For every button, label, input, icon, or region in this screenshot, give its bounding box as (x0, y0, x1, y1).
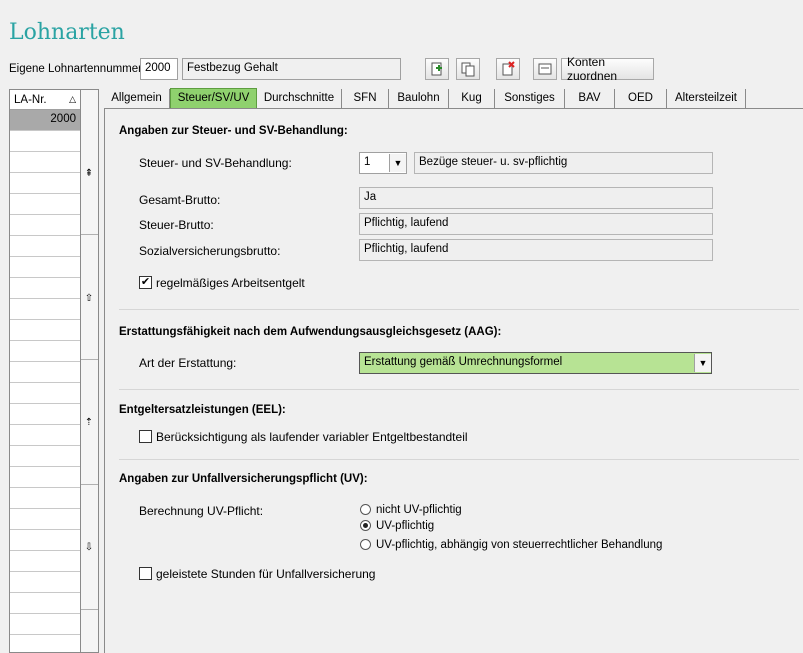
list-item[interactable] (10, 215, 80, 236)
sort-ascending-icon: △ (69, 94, 76, 104)
tab-bar: Allgemein Steuer/SV/UV Durchschnitte SFN… (104, 88, 803, 109)
list-item[interactable] (10, 593, 80, 614)
section-heading-eel: Entgeltersatzleistungen (EEL): (119, 404, 286, 416)
header-bar: Eigene Lohnartennummer: 2000 Festbezug G… (0, 55, 803, 83)
new-document-icon (431, 62, 442, 76)
list-column-label: LA-Nr. (14, 93, 47, 106)
list-header[interactable]: LA-Nr. △ (10, 90, 80, 110)
previous-record-icon[interactable]: ⇡ (83, 417, 95, 428)
treatment-code-select[interactable]: 1 ▼ (359, 152, 407, 174)
tab-panel-steuer-sv-uv: Angaben zur Steuer- und SV-Behandlung: S… (104, 108, 803, 653)
list-item[interactable] (10, 509, 80, 530)
list-item[interactable] (10, 551, 80, 572)
variable-component-label: Berücksichtigung als laufender variabler… (156, 430, 468, 444)
list-item[interactable] (10, 530, 80, 551)
uv-hours-label: geleistete Stunden für Unfallversicherun… (156, 567, 376, 581)
tab-altersteilzeit[interactable]: Altersteilzeit (667, 89, 746, 109)
own-number-label: Eigene Lohnartennummer: (9, 63, 146, 75)
accounts-icon-button[interactable] (533, 58, 557, 80)
page-title: Lohnarten (9, 20, 125, 45)
variable-component-checkbox[interactable] (139, 430, 152, 443)
first-record-icon[interactable]: ⇞ (83, 168, 95, 179)
list-navigation-bar: ⇞ ⇧ ⇡ ⇩ (81, 89, 99, 653)
list-item[interactable] (10, 467, 80, 488)
tab-oed[interactable]: OED (615, 89, 667, 109)
gross-total-field: Ja (359, 187, 713, 209)
tab-bav[interactable]: BAV (565, 89, 615, 109)
list-item[interactable] (10, 299, 80, 320)
radio-not-uv-liable[interactable] (360, 504, 371, 515)
tab-sfn[interactable]: SFN (342, 89, 389, 109)
list-item[interactable] (10, 383, 80, 404)
copy-record-button[interactable] (456, 58, 480, 80)
tab-sonstiges[interactable]: Sonstiges (495, 89, 565, 109)
treatment-text-field: Bezüge steuer- u. sv-pflichtig (414, 152, 713, 174)
treatment-code-value: 1 (364, 156, 371, 168)
reimbursement-type-label: Art der Erstattung: (139, 356, 237, 370)
social-gross-label: Sozialversicherungsbrutto: (139, 244, 281, 258)
uv-calc-label: Berechnung UV-Pflicht: (139, 504, 264, 518)
list-item[interactable] (10, 320, 80, 341)
regular-pay-checkbox[interactable]: ✔ (139, 276, 152, 289)
divider (119, 389, 799, 390)
list-item[interactable] (10, 257, 80, 278)
list-item[interactable] (10, 173, 80, 194)
section-heading-aag: Erstattungsfähigkeit nach dem Aufwendung… (119, 326, 502, 338)
gross-total-label: Gesamt-Brutto: (139, 193, 221, 207)
section-heading-uv: Angaben zur Unfallversicherungspflicht (… (119, 473, 368, 485)
tab-durchschnitte[interactable]: Durchschnitte (257, 89, 342, 109)
page-up-icon[interactable]: ⇧ (83, 293, 95, 304)
social-gross-field: Pflichtig, laufend (359, 239, 713, 261)
dropdown-arrow-icon: ▼ (694, 354, 711, 372)
assign-accounts-button[interactable]: Konten zuordnen (561, 55, 654, 83)
tab-steuer-sv-uv[interactable]: Steuer/SV/UV (170, 88, 257, 109)
uv-hours-checkbox[interactable] (139, 567, 152, 580)
reimbursement-type-select[interactable]: Erstattung gemäß Umrechnungsformel ▼ (359, 352, 712, 374)
list-item[interactable] (10, 488, 80, 509)
radio-uv-liable[interactable] (360, 520, 371, 531)
wage-type-list: LA-Nr. △ 2000 (9, 89, 81, 653)
radio-label: UV-pflichtig, abhängig von steuerrechtli… (376, 539, 663, 551)
list-item[interactable]: 2000 (10, 110, 80, 131)
list-item[interactable] (10, 341, 80, 362)
new-record-button[interactable] (425, 58, 449, 80)
list-item[interactable] (10, 131, 80, 152)
list-item[interactable] (10, 152, 80, 173)
next-record-icon[interactable]: ⇩ (83, 542, 95, 553)
window-icon (538, 63, 552, 75)
regular-pay-label: regelmäßiges Arbeitsentgelt (156, 276, 305, 290)
delete-record-button[interactable] (496, 58, 520, 80)
list-item[interactable] (10, 425, 80, 446)
copy-icon (461, 62, 475, 77)
tax-gross-label: Steuer-Brutto: (139, 218, 214, 232)
reimbursement-type-value: Erstattung gemäß Umrechnungsformel (364, 356, 563, 368)
delete-icon (502, 61, 515, 76)
list-item[interactable] (10, 362, 80, 383)
section-heading-tax: Angaben zur Steuer- und SV-Behandlung: (119, 125, 348, 137)
radio-uv-liable-tax-dependent[interactable] (360, 539, 371, 550)
radio-label: UV-pflichtig (376, 520, 435, 532)
list-item[interactable] (10, 278, 80, 299)
divider (119, 459, 799, 460)
treatment-label: Steuer- und SV-Behandlung: (139, 156, 292, 170)
tax-gross-field: Pflichtig, laufend (359, 213, 713, 235)
tab-kug[interactable]: Kug (449, 89, 495, 109)
list-item[interactable] (10, 446, 80, 467)
list-item[interactable] (10, 614, 80, 635)
name-field[interactable]: Festbezug Gehalt (182, 58, 401, 80)
tab-allgemein[interactable]: Allgemein (104, 89, 170, 109)
tab-baulohn[interactable]: Baulohn (389, 89, 449, 109)
list-item[interactable] (10, 572, 80, 593)
list-item[interactable] (10, 194, 80, 215)
list-item[interactable] (10, 635, 80, 652)
list-item[interactable] (10, 236, 80, 257)
list-item[interactable] (10, 404, 80, 425)
divider (119, 309, 799, 310)
number-field[interactable]: 2000 (140, 58, 178, 80)
radio-label: nicht UV-pflichtig (376, 504, 462, 516)
dropdown-arrow-icon: ▼ (389, 154, 406, 172)
